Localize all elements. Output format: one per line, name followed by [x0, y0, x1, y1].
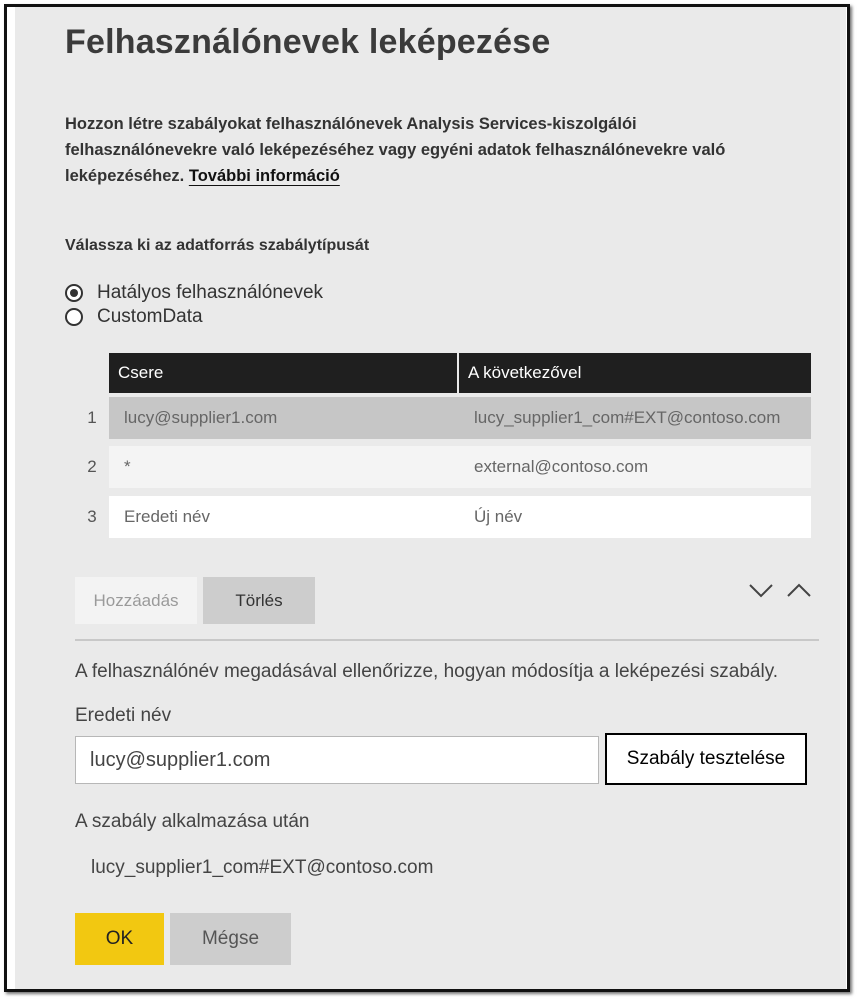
dialog-description: Hozzon létre szabályokat felhasználóneve…: [65, 111, 755, 189]
header-replace: Csere: [109, 353, 459, 393]
header-with: A következővel: [468, 363, 582, 382]
test-info-text: A felhasználónév megadásával ellenőrizze…: [75, 661, 779, 682]
radio-selected-icon[interactable]: [65, 284, 83, 302]
chevron-up-icon[interactable]: [786, 579, 812, 601]
ok-button[interactable]: OK: [75, 913, 164, 965]
chevron-down-icon[interactable]: [748, 579, 774, 601]
test-rule-button[interactable]: Szabály tesztelése: [605, 733, 807, 785]
radio-effective-usernames[interactable]: Hatályos felhasználónevek: [65, 282, 323, 304]
divider: [75, 639, 819, 641]
radio-label: Hatályos felhasználónevek: [97, 282, 324, 303]
radio-customdata[interactable]: CustomData: [65, 306, 203, 328]
row-cells[interactable]: * external@contoso.com: [109, 446, 811, 488]
delete-button[interactable]: Törlés: [203, 577, 315, 624]
table-header: Csere A következővel: [109, 353, 811, 393]
radio-label: CustomData: [97, 306, 203, 327]
dialog-panel: Felhasználónevek leképezése Hozzon létre…: [15, 7, 846, 989]
radio-unselected-icon[interactable]: [65, 308, 83, 326]
description-text: Hozzon létre szabályokat felhasználóneve…: [65, 115, 726, 185]
cell-with[interactable]: Új név: [459, 507, 811, 527]
learn-more-link[interactable]: További információ: [189, 167, 340, 185]
after-rule-label: A szabály alkalmazása után: [75, 811, 310, 832]
row-number: 3: [87, 507, 97, 526]
row-cells[interactable]: lucy@supplier1.com lucy_supplier1_com#EX…: [109, 397, 811, 439]
table-row[interactable]: 3 Eredeti név Új név: [75, 496, 819, 538]
row-number: 1: [87, 408, 97, 427]
cell-replace[interactable]: Eredeti név: [109, 507, 459, 527]
cell-replace[interactable]: *: [109, 457, 459, 477]
table-row[interactable]: 2 * external@contoso.com: [75, 446, 819, 488]
add-button[interactable]: Hozzáadás: [75, 577, 197, 624]
row-cells[interactable]: Eredeti név Új név: [109, 496, 811, 538]
rule-type-label: Válassza ki az adatforrás szabálytípusát: [65, 237, 370, 254]
cell-with[interactable]: external@contoso.com: [459, 457, 811, 477]
cell-replace[interactable]: lucy@supplier1.com: [109, 408, 459, 428]
dialog-frame: Felhasználónevek leképezése Hozzon létre…: [4, 4, 850, 992]
result-value: lucy_supplier1_com#EXT@contoso.com: [91, 857, 434, 878]
original-name-input[interactable]: [75, 736, 599, 784]
dialog-title: Felhasználónevek leképezése: [65, 23, 551, 61]
table-row[interactable]: 1 lucy@supplier1.com lucy_supplier1_com#…: [75, 397, 819, 439]
original-name-label: Eredeti név: [75, 705, 172, 726]
cell-with[interactable]: lucy_supplier1_com#EXT@contoso.com: [459, 408, 811, 428]
row-number: 2: [87, 457, 97, 476]
cancel-button[interactable]: Mégse: [170, 913, 291, 965]
